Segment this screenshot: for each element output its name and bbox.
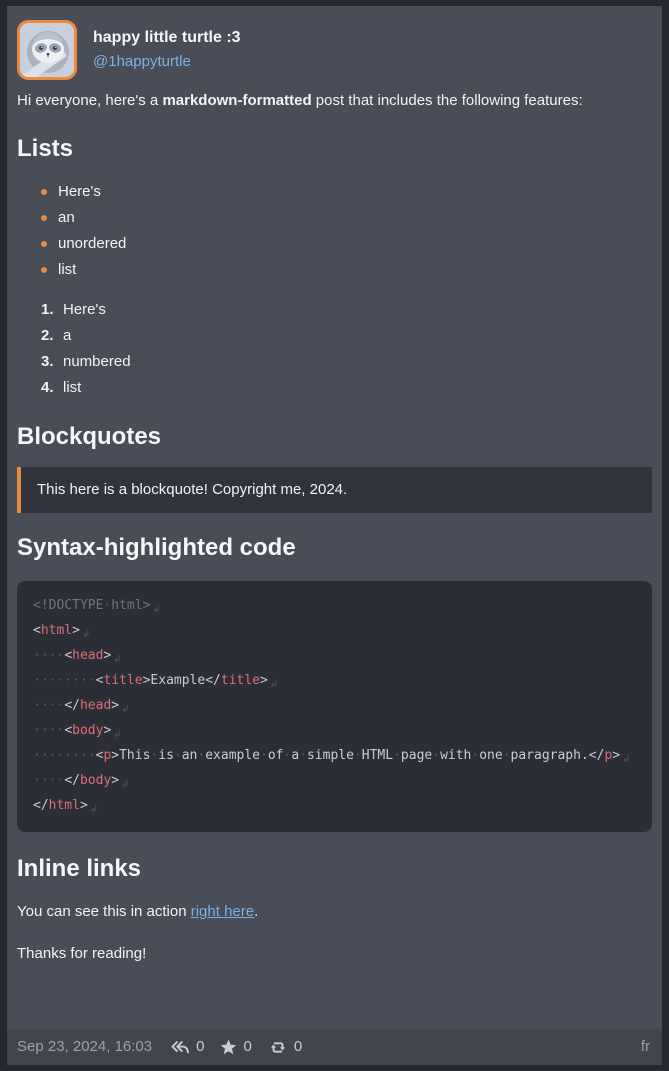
list-number: 2. [41,323,63,349]
list-item-label: an [58,209,75,226]
list-item: 3.numbered [17,349,652,375]
list-number: 1. [41,297,63,323]
timestamp[interactable]: Sep 23, 2024, 16:03 [17,1034,152,1060]
outro-paragraph: Thanks for reading! [17,941,652,967]
links-text-before: You can see this in action [17,903,191,920]
bullet-icon [41,189,47,195]
code-line: ····<head>↲ [33,644,636,669]
reply-count: 0 [196,1034,204,1060]
code-line: ····</body>↲ [33,769,636,794]
favourite-count: 0 [243,1034,251,1060]
ordered-list: 1.Here's 2.a 3.numbered 4.list [17,297,652,401]
list-item: 2.a [17,323,652,349]
list-item: unordered [17,231,652,257]
code-line: <html>↲ [33,619,636,644]
list-number: 3. [41,349,63,375]
list-item-label: Here's [58,183,101,200]
status-post: happy little turtle :3 @1happyturtle Hi … [7,6,662,1065]
code-line: <!DOCTYPE·html>↲ [33,594,636,619]
sloth-avatar-image [17,20,77,80]
star-icon [220,1039,237,1055]
list-item-label: unordered [58,235,126,252]
list-item-label: a [63,327,71,344]
reply-stat[interactable]: 0 [170,1034,204,1060]
list-item-label: list [58,261,76,278]
heading-lists: Lists [17,133,652,164]
code-line: ········<title>Example</title>↲ [33,669,636,694]
heading-inline-links: Inline links [17,853,652,884]
list-item-label: Here's [63,301,106,318]
boost-stat[interactable]: 0 [268,1034,302,1060]
intro-text-before: Hi everyone, here's a [17,92,162,109]
post-footer: Sep 23, 2024, 16:03 0 0 [7,1029,662,1065]
list-item-label: numbered [63,353,131,370]
heading-blockquotes: Blockquotes [17,421,652,452]
bullet-icon [41,267,47,273]
list-item: Here's [17,179,652,205]
code-line: ········<p>This·is·an·example·of·a·simpl… [33,744,636,769]
list-item: list [17,257,652,283]
code-line: </html>↲ [33,794,636,819]
author-handle[interactable]: @1happyturtle [93,50,241,74]
list-number: 4. [41,375,63,401]
heading-code: Syntax-highlighted code [17,532,652,563]
intro-paragraph: Hi everyone, here's a markdown-formatted… [17,88,652,114]
code-line: ····<body>↲ [33,719,636,744]
author-names: happy little turtle :3 @1happyturtle [93,20,241,74]
intro-text-bold: markdown-formatted [162,92,311,109]
post-body: happy little turtle :3 @1happyturtle Hi … [7,6,662,1029]
list-item: 1.Here's [17,297,652,323]
bullet-icon [41,215,47,221]
post-header: happy little turtle :3 @1happyturtle [17,20,652,80]
intro-text-after: post that includes the following feature… [312,92,583,109]
bullet-icon [41,241,47,247]
list-item: 4.list [17,375,652,401]
display-name[interactable]: happy little turtle :3 [93,26,241,50]
reply-all-icon [170,1039,190,1055]
blockquote-text: This here is a blockquote! Copyright me,… [37,481,347,498]
code-block: <!DOCTYPE·html>↲<html>↲····<head>↲······… [17,581,652,832]
list-item: an [17,205,652,231]
links-text-after: . [254,903,258,920]
code-line: ····</head>↲ [33,694,636,719]
unordered-list: Here's an unordered list [17,179,652,283]
boost-icon [268,1039,288,1056]
links-paragraph: You can see this in action right here. [17,899,652,925]
favourite-stat[interactable]: 0 [220,1034,251,1060]
language-tag: fr [641,1034,650,1060]
post-frame: happy little turtle :3 @1happyturtle Hi … [0,0,669,1071]
blockquote: This here is a blockquote! Copyright me,… [17,467,652,513]
boost-count: 0 [294,1034,302,1060]
list-item-label: list [63,379,81,396]
right-here-link[interactable]: right here [191,903,254,920]
avatar[interactable] [17,20,77,80]
